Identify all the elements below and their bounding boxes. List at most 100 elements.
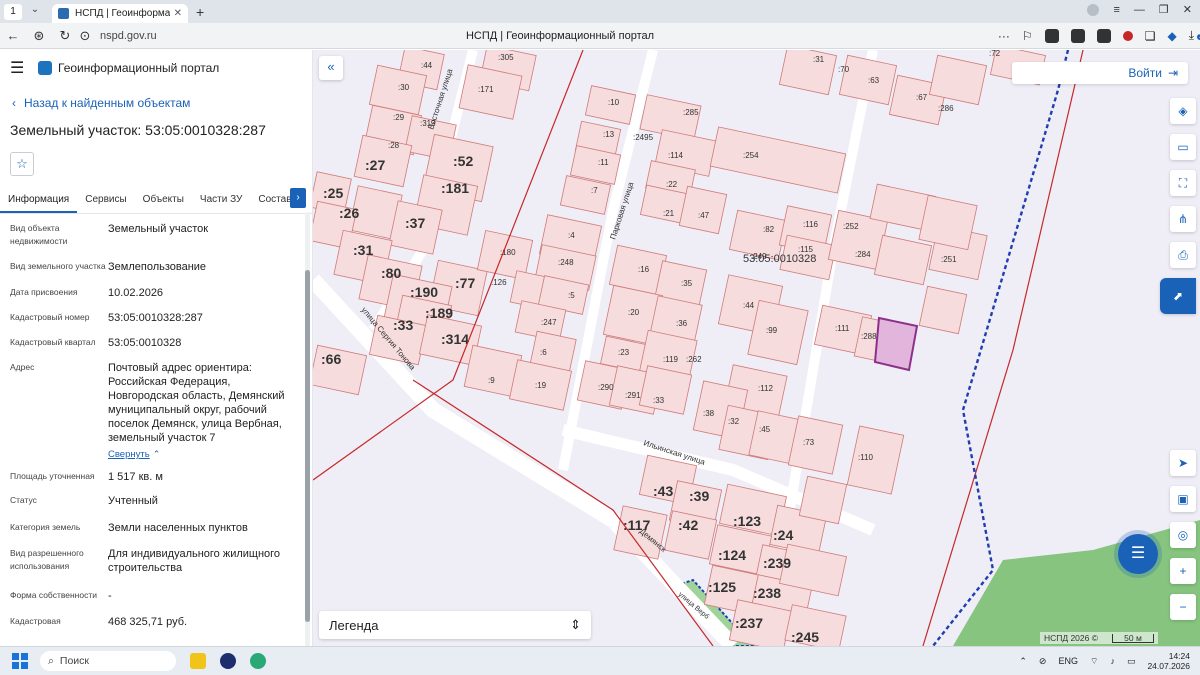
extension-6-icon[interactable]: ◆ [1167,29,1176,43]
parcel-polygon[interactable] [778,50,838,96]
property-value: Учтенный [108,495,158,507]
back-icon[interactable]: ← [0,28,26,43]
tab-services[interactable]: Сервисы [77,194,134,213]
parcel-polygon[interactable] [846,425,905,495]
parcel-label: :72 [989,50,1001,58]
url-field[interactable]: nspd.gov.ru [100,30,340,42]
back-to-results-link[interactable]: ‹ Назад к найденным объектам [12,96,312,110]
parcel-label: :32 [728,417,740,426]
maximize-icon[interactable]: ❐ [1159,3,1169,16]
parcel-polygon[interactable] [798,475,848,525]
share-icon[interactable]: ⋔ [1170,206,1196,232]
reload-icon[interactable]: ↻ [52,28,78,44]
parcel-label: :286 [938,104,954,113]
zoom-out-icon[interactable]: − [1170,594,1196,620]
extension-3-icon[interactable] [1096,28,1111,43]
tab-parts[interactable]: Части ЗУ [192,194,250,213]
tabs-scroll-right-icon[interactable]: › [290,188,306,208]
property-row: Вид разрешенного использования Для индив… [0,547,302,575]
parcel-polygon[interactable] [787,415,844,475]
file-explorer-icon[interactable] [190,653,206,669]
browser-tab[interactable]: НСПД | Геоинформационный портал ✕ [52,4,188,23]
locate-icon[interactable]: ➤ [1170,450,1196,476]
extension-2-icon[interactable] [1070,28,1085,43]
property-row: Кадастровый квартал 53:05:0010328 [0,336,302,350]
search-icon: ⌕ [48,654,54,667]
parcel-label: :33 [653,396,665,405]
login-button[interactable]: Войти ⇥ [1012,62,1188,84]
favorite-button[interactable]: ☆ [10,152,34,176]
more-icon[interactable]: ··· [998,29,1010,43]
clock[interactable]: 14:24 24.07.2026 [1147,651,1190,671]
tab-counter[interactable]: 1 [4,3,22,20]
parcel-polygon[interactable] [873,234,933,286]
legend-dropdown[interactable]: Легенда ⇕ [319,611,591,639]
language-indicator[interactable]: ENG [1058,656,1078,666]
star-icon: ☆ [16,156,28,171]
parcel-label: :123 [733,513,761,529]
print-icon[interactable]: ⎙ [1170,242,1196,268]
chevron-up-icon[interactable]: ⌃ [153,449,161,459]
tabs-menu-icon[interactable]: ⌄ [26,4,44,20]
parcel-polygon[interactable] [747,299,809,366]
bookmark-icon[interactable]: ⚐ [1022,29,1033,43]
collapse-link[interactable]: Свернуть [108,449,150,460]
select-area-icon[interactable]: ⛶ [1170,170,1196,196]
tab-information[interactable]: Информация [0,194,78,213]
search-location-icon[interactable]: ◎ [1170,522,1196,548]
profile-icon[interactable] [1087,3,1100,16]
extension-4-icon[interactable] [1122,30,1133,41]
extension-5-icon[interactable]: ❏ [1145,29,1156,43]
menu-icon[interactable]: ≡ [1113,4,1119,16]
new-tab-icon[interactable]: + [196,4,204,20]
collapse-panel-button[interactable]: « [319,56,343,80]
battery-icon[interactable]: ▭ [1127,656,1136,667]
parcel-label: :29 [393,113,405,122]
wifi-icon[interactable]: ⌔ [1090,656,1098,667]
window-controls: ≡ — ❐ ✕ [1087,3,1192,16]
tab-objects[interactable]: Объекты [135,194,192,213]
windows-start-icon[interactable] [12,653,28,669]
ruler-icon[interactable]: ▭ [1170,134,1196,160]
portal-logo-icon [38,61,52,75]
info-mode-icon[interactable]: ⬈ [1160,278,1196,314]
close-window-icon[interactable]: ✕ [1183,3,1192,16]
volume-icon[interactable]: ♪ [1110,656,1115,666]
edge-browser-icon[interactable] [250,653,266,669]
downloads-icon[interactable]: ⤓15 [1189,28,1200,43]
parcel-label: :25 [323,185,343,201]
parcel-label: :125 [708,579,736,595]
page-title: НСПД | Геоинформационный портал [465,29,655,42]
minimize-icon[interactable]: — [1134,4,1145,16]
property-row: Адрес Почтовый адрес ориентира: Российск… [0,361,302,462]
taskbar-search[interactable]: ⌕ Поиск [40,651,176,671]
panel-scrollbar[interactable] [305,212,310,646]
parcel-label: :39 [689,488,709,504]
zoom-in-icon[interactable]: + [1170,558,1196,584]
hamburger-menu-icon[interactable]: ☰ [10,58,32,78]
cadastral-map[interactable]: :44:305:171:30:29:313:28:27:52:181:25:26… [313,50,1200,646]
property-key: Вид земельного участка [10,261,106,271]
parcel-label: :66 [321,351,341,367]
parcel-label: :38 [703,409,715,418]
parcel-polygon[interactable] [918,285,968,335]
parcel-label: :42 [678,517,698,533]
basemap-icon[interactable]: ▣ [1170,486,1196,512]
map-canvas[interactable]: :44:305:171:30:29:313:28:27:52:181:25:26… [313,50,1200,646]
layers-icon[interactable]: ◈ [1170,98,1196,124]
property-row: Вид объекта недвижимости Земельный участ… [0,222,302,248]
selected-parcel-287[interactable] [873,316,919,372]
tray-chevron-icon[interactable]: ⌃ [1019,656,1027,667]
parcel-polygon[interactable] [678,185,728,235]
yandex-browser-icon[interactable] [220,653,236,669]
property-key: Площадь уточненная [10,471,95,481]
parcel-polygon[interactable] [918,194,978,251]
shield-icon[interactable]: ⊛ [26,28,52,44]
extension-1-icon[interactable] [1044,28,1059,43]
network-icon[interactable]: ⊘ [1039,656,1047,667]
scrollbar-thumb[interactable] [305,270,310,622]
close-tab-icon[interactable]: ✕ [174,8,182,19]
chat-icon[interactable]: ☰ [1118,534,1158,574]
parcel-label: :284 [855,250,871,259]
parcel-polygon[interactable] [709,126,847,194]
